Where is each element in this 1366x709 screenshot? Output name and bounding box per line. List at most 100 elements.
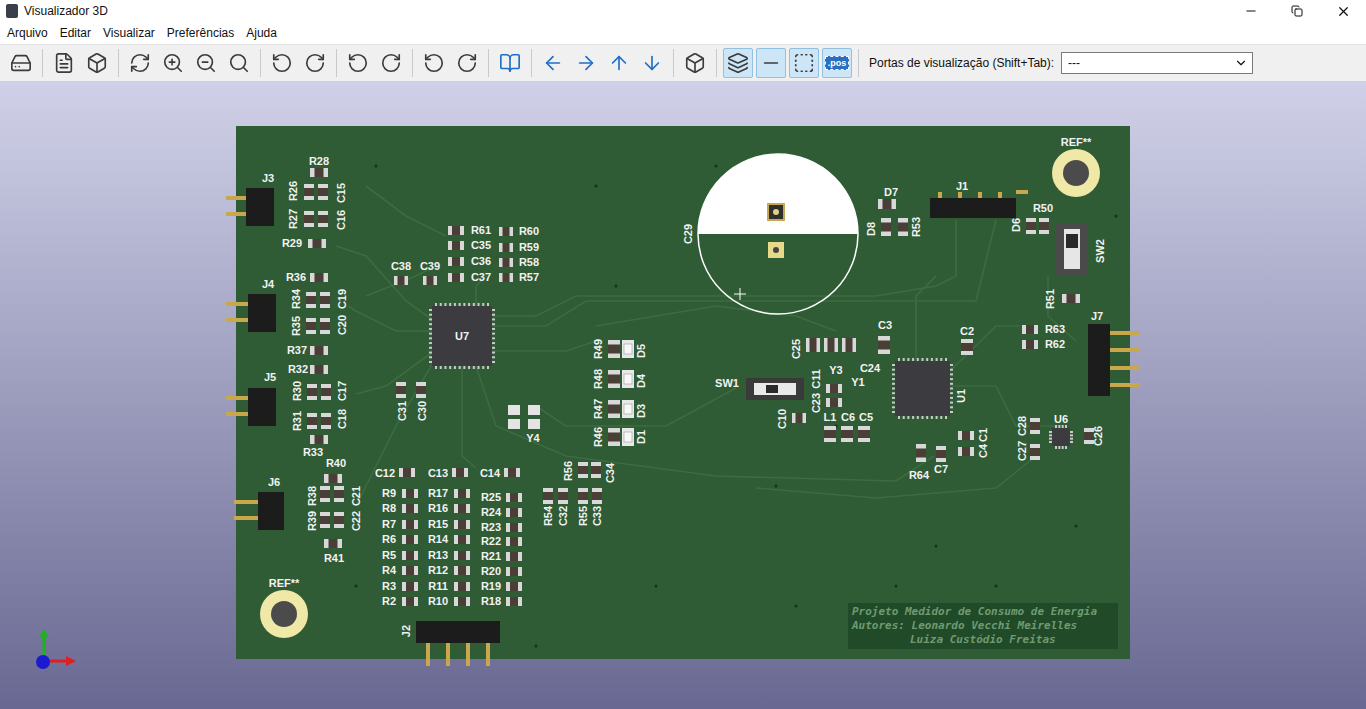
- pan-up-icon: [608, 52, 630, 74]
- pin-header: [226, 388, 276, 426]
- smd-component: [452, 468, 468, 477]
- part-label: R25: [481, 492, 501, 503]
- part-label: R9: [382, 488, 396, 499]
- toolbar-button[interactable]: [452, 48, 482, 78]
- toolbar-button[interactable]: [49, 48, 79, 78]
- pan-down-icon: [641, 52, 663, 74]
- smd-component: [321, 413, 331, 429]
- smd-component: [318, 184, 328, 200]
- smd-component: [506, 523, 522, 532]
- menu-item[interactable]: Preferências: [161, 24, 240, 42]
- toolbar-separator: [716, 49, 717, 77]
- part-label: J4: [262, 279, 274, 290]
- smd-component: [826, 384, 842, 393]
- toolbar-button[interactable]: [267, 48, 297, 78]
- part-label: R17: [428, 488, 448, 499]
- toolbar-button[interactable]: [224, 48, 254, 78]
- smd-component: [1022, 325, 1038, 334]
- restore-icon: [1291, 5, 1303, 17]
- viewports-select[interactable]: ---: [1061, 52, 1253, 74]
- part-label: R64: [909, 470, 929, 481]
- toolbar-button[interactable]: [191, 48, 221, 78]
- menu-item[interactable]: Visualizar: [97, 24, 161, 42]
- smd-component: [318, 211, 328, 227]
- toolbar-button[interactable]: [300, 48, 330, 78]
- toolbar-button[interactable]: [604, 48, 634, 78]
- trace: [366, 186, 446, 236]
- axes-icon: [30, 629, 80, 675]
- part-label: SW1: [715, 378, 739, 389]
- smd-component: [881, 218, 891, 236]
- part-label: R13: [428, 550, 448, 561]
- part-label: C4: [978, 444, 989, 458]
- part-label: SW2: [1095, 239, 1106, 263]
- menu-item[interactable]: Arquivo: [1, 24, 54, 42]
- part-label: C34: [605, 463, 616, 483]
- part-label: C27: [1017, 441, 1028, 461]
- part-label: R63: [1045, 324, 1065, 335]
- smd-component: [591, 462, 601, 478]
- part-label: D6: [1011, 218, 1022, 232]
- toolbar-button[interactable]: [538, 48, 568, 78]
- pan-right-icon: [575, 52, 597, 74]
- toolbar-button[interactable]: .pos: [822, 48, 852, 78]
- toolbar-button[interactable]: [495, 48, 525, 78]
- toolbar-button[interactable]: [158, 48, 188, 78]
- toolbar-button[interactable]: [723, 48, 753, 78]
- smd-component: [1062, 294, 1080, 303]
- restore-button[interactable]: [1274, 0, 1320, 22]
- toolbar-button[interactable]: [125, 48, 155, 78]
- toolbar-button[interactable]: [343, 48, 373, 78]
- part-label: R51: [1045, 289, 1056, 309]
- toolbar-button[interactable]: [376, 48, 406, 78]
- menu-bar: ArquivoEditarVisualizarPreferênciasAjuda: [0, 22, 1366, 44]
- smd-component: [898, 218, 908, 236]
- toolbar-button[interactable]: [680, 48, 710, 78]
- part-label: R37: [287, 345, 307, 356]
- part-label: C30: [417, 401, 428, 421]
- menu-item[interactable]: Ajuda: [240, 24, 283, 42]
- viewport-3d[interactable]: REF**REF**J3R28R26C15R27C16R29J4R36R34C1…: [0, 82, 1366, 709]
- part-label: R57: [519, 272, 539, 283]
- part-label: R14: [428, 534, 448, 545]
- close-viewer-icon: [10, 52, 32, 74]
- led: [622, 370, 634, 388]
- smd-component: [1030, 444, 1040, 460]
- part-label: C16: [336, 210, 347, 230]
- smd-component: [402, 489, 418, 498]
- trace: [950, 326, 1020, 371]
- toolbar-button[interactable]: [756, 48, 786, 78]
- through-hole-icon: [727, 52, 749, 74]
- trace: [950, 386, 1056, 426]
- trace: [916, 276, 936, 361]
- part-label: U7: [455, 331, 469, 342]
- toolbar-button[interactable]: [82, 48, 112, 78]
- toolbar-button[interactable]: [419, 48, 449, 78]
- rotate-z-ccw-icon: [423, 52, 445, 74]
- zoom-fit-icon: [228, 52, 250, 74]
- minimize-button[interactable]: [1228, 0, 1274, 22]
- smd-component: [499, 273, 513, 282]
- part-label: C28: [1017, 416, 1028, 436]
- part-label: C20: [337, 315, 348, 335]
- part-label: C6: [841, 412, 855, 423]
- trace: [596, 306, 836, 331]
- part-label: R15: [428, 519, 448, 530]
- toolbar-button[interactable]: [6, 48, 36, 78]
- hole-label: REF**: [1061, 137, 1092, 148]
- toolbar-button[interactable]: [789, 48, 819, 78]
- toolbar-button[interactable]: [571, 48, 601, 78]
- rotate-x-ccw-icon: [271, 52, 293, 74]
- part-label: R19: [481, 581, 501, 592]
- part-label: C13: [428, 468, 448, 479]
- close-button[interactable]: [1320, 0, 1366, 22]
- part-label: C25: [791, 339, 802, 359]
- smd-component: [396, 382, 406, 398]
- menu-item[interactable]: Editar: [54, 24, 97, 42]
- smd-component: [307, 413, 317, 429]
- chevron-down-icon: [1234, 56, 1248, 70]
- part-label: R10: [428, 596, 448, 607]
- part-label: C1: [978, 428, 989, 442]
- ortho-icon: [684, 52, 706, 74]
- toolbar-button[interactable]: [637, 48, 667, 78]
